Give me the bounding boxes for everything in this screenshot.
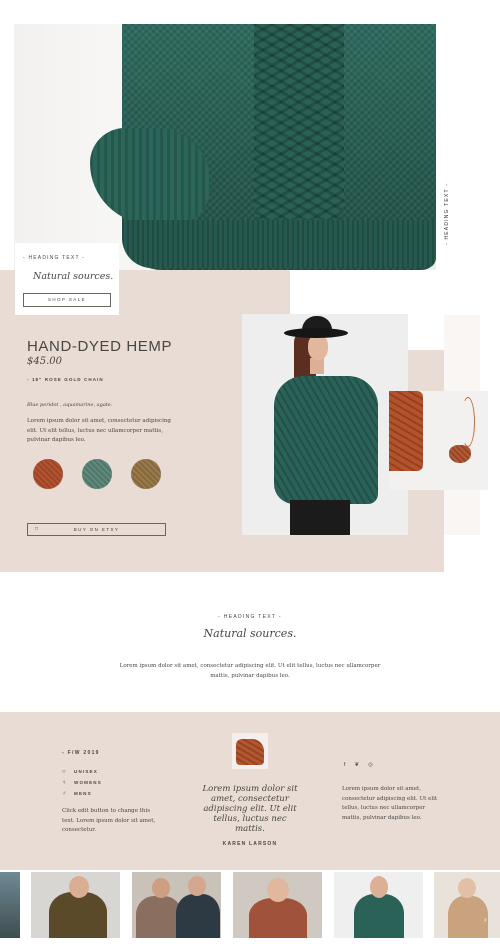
- hero-card: - HEADING TEXT - Natural sources. SHOP S…: [15, 243, 119, 315]
- yarn-ball: [449, 445, 471, 463]
- product-tagline: Blue peridot , aquamarine, agate.: [27, 402, 113, 408]
- footer-right-text: Lorem ipsum dolor sit amet, consectetur …: [342, 786, 438, 821]
- testimonial-author: KAREN LARSON: [222, 841, 278, 847]
- social-links: f ❦ ◎: [344, 762, 373, 768]
- vertical-heading: - HEADING TEXT -: [444, 182, 450, 245]
- shop-sale-button[interactable]: SHOP SALE: [23, 293, 111, 307]
- male-icon: ♂: [62, 790, 68, 797]
- testimonial-quote: Lorem ipsum dolor sit amet, consectetur …: [202, 784, 298, 834]
- swatch-green[interactable]: [82, 459, 112, 489]
- model-neck: [310, 358, 324, 374]
- swatch-mustard[interactable]: [131, 459, 161, 489]
- sweater-cuff-image: [90, 128, 210, 224]
- hero-image: [14, 24, 436, 270]
- model-sweater: [274, 376, 378, 504]
- model-hat-brim: [284, 328, 348, 338]
- chevron-right-icon[interactable]: ›: [484, 915, 487, 924]
- gallery-thumb[interactable]: [434, 872, 500, 938]
- facebook-icon[interactable]: f: [344, 762, 346, 768]
- testimonial-avatar: [232, 733, 268, 769]
- hero-card-kicker: - HEADING TEXT -: [23, 255, 86, 261]
- swatch-rust[interactable]: [33, 459, 63, 489]
- intro-title: Natural sources.: [203, 627, 297, 640]
- product-description: Lorem ipsum dolor sit amet, consectetur …: [27, 418, 171, 443]
- link-womens[interactable]: ♀ WOMENS: [62, 777, 102, 788]
- buy-on-etsy-label: BUY ON ETSY: [73, 527, 120, 532]
- model-legs: [290, 500, 350, 535]
- link-womens-label: WOMENS: [74, 780, 102, 785]
- link-mens[interactable]: ♂ MENS: [62, 788, 102, 799]
- footer-note: Click edit button to change this text. L…: [62, 808, 156, 833]
- knit-hat-image: [236, 739, 264, 765]
- link-unisex[interactable]: ○ UNISEX: [62, 766, 102, 777]
- product-subtitle: - 18" ROSE GOLD CHAIN: [27, 377, 104, 382]
- link-unisex-label: UNISEX: [74, 769, 98, 774]
- female-icon: ♀: [62, 779, 68, 786]
- circle-icon: ○: [62, 768, 67, 775]
- sweater-cable-pattern: [254, 24, 344, 244]
- knit-sample: [389, 391, 423, 471]
- season-label: - F/W 2019: [62, 750, 100, 756]
- product-title: HAND-DYED HEMP: [27, 338, 173, 355]
- buy-on-etsy-button[interactable]: □ BUY ON ETSY: [27, 523, 166, 536]
- gallery-thumb[interactable]: [31, 872, 120, 938]
- link-mens-label: MENS: [74, 791, 92, 796]
- model-photo: [242, 314, 408, 535]
- product-price: $45.00: [27, 356, 62, 367]
- yarn-photo: [389, 391, 488, 490]
- gallery-thumb[interactable]: [233, 872, 322, 938]
- gallery-thumb[interactable]: [0, 872, 20, 938]
- gallery-thumb[interactable]: [132, 872, 221, 938]
- twitter-icon[interactable]: ❦: [355, 762, 360, 768]
- sweater-hem-image: [122, 220, 436, 268]
- gallery-thumb[interactable]: [334, 872, 423, 938]
- category-links: ○ UNISEX ♀ WOMENS ♂ MENS: [62, 766, 102, 799]
- yarn-thread: [461, 397, 475, 447]
- intro-description: Lorem ipsum dolor sit amet, consectetur …: [119, 663, 381, 679]
- instagram-icon[interactable]: ◎: [368, 762, 373, 768]
- hero-card-title: Natural sources.: [33, 271, 114, 282]
- intro-kicker: - HEADING TEXT -: [218, 614, 282, 620]
- etsy-icon: □: [35, 526, 39, 532]
